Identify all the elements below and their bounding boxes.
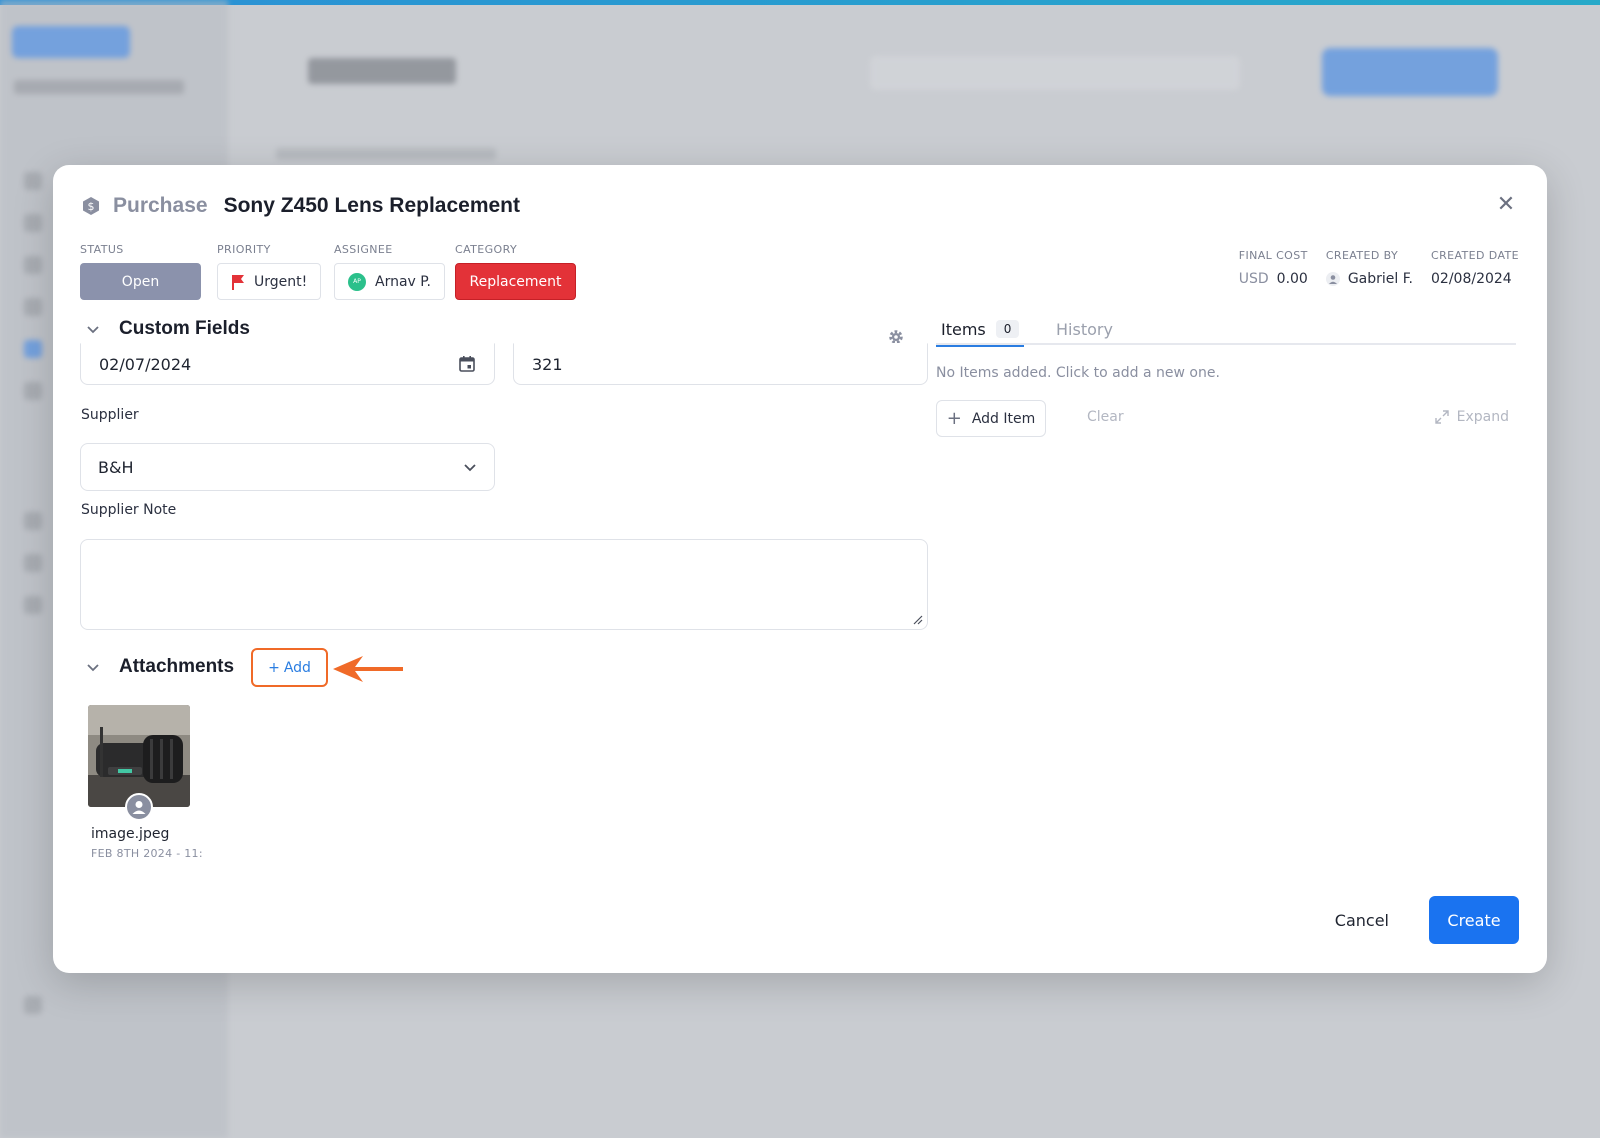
status-label: STATUS bbox=[80, 243, 124, 256]
modal-title[interactable]: Sony Z450 Lens Replacement bbox=[224, 194, 520, 218]
purchase-meta: FINAL COST USD 0.00 CREATED BY Gabriel F… bbox=[1239, 249, 1519, 287]
flag-icon bbox=[232, 274, 244, 290]
modal-type-label: Purchase bbox=[113, 194, 208, 217]
cancel-button[interactable]: Cancel bbox=[1321, 896, 1403, 944]
created-date-label: CREATED DATE bbox=[1431, 249, 1519, 262]
status-dropdown[interactable]: Open bbox=[80, 263, 201, 300]
search-input bbox=[870, 56, 1240, 90]
attachment-thumbnail[interactable] bbox=[88, 705, 190, 807]
chevron-down-icon[interactable] bbox=[81, 317, 105, 341]
add-item-label: Add Item bbox=[971, 410, 1036, 427]
assignee-avatar: AP bbox=[348, 272, 366, 291]
assignee-dropdown[interactable]: AP Arnav P. bbox=[334, 263, 445, 300]
priority-field: PRIORITY Urgent! bbox=[217, 243, 322, 300]
final-cost-amount: 0.00 bbox=[1276, 271, 1308, 287]
create-button[interactable]: Create bbox=[1429, 896, 1519, 944]
add-attachment-button[interactable]: + Add bbox=[251, 648, 328, 687]
custom-fields-header: Custom Fields bbox=[81, 317, 250, 341]
items-empty-message: No Items added. Click to add a new one. bbox=[936, 365, 1220, 381]
toolbar-row bbox=[276, 148, 496, 160]
items-tabs: Items 0 History bbox=[935, 313, 1516, 347]
category-field: CATEGORY Replacement bbox=[455, 243, 576, 300]
nav-icon bbox=[24, 298, 42, 316]
expand-button[interactable]: Expand bbox=[1434, 409, 1509, 425]
supplier-note-textarea[interactable] bbox=[80, 539, 928, 630]
new-purchase-button bbox=[1322, 48, 1498, 96]
priority-value: Urgent! bbox=[254, 273, 308, 290]
assignee-field: ASSIGNEE AP Arnav P. bbox=[334, 243, 445, 300]
currency: USD bbox=[1238, 271, 1269, 287]
nav-icon bbox=[24, 214, 42, 232]
date-value: 02/07/2024 bbox=[99, 354, 192, 374]
date-field[interactable]: 02/07/2024 bbox=[80, 343, 495, 385]
attachments-title: Attachments bbox=[119, 656, 235, 677]
page-title bbox=[308, 58, 456, 84]
camera-lens-image bbox=[88, 705, 190, 807]
nav-icon bbox=[24, 554, 42, 572]
person-icon bbox=[1325, 272, 1340, 286]
uploader-avatar bbox=[125, 793, 153, 821]
expand-icon bbox=[1434, 410, 1449, 424]
attachment-date: FEB 8TH 2024 - 11: bbox=[91, 847, 203, 860]
tab-items[interactable]: Items 0 bbox=[935, 313, 1025, 347]
app-logo bbox=[12, 26, 130, 58]
supplier-note-label: Supplier Note bbox=[81, 502, 177, 518]
supplier-select[interactable]: B&H bbox=[80, 443, 495, 491]
attachments-header: Attachments bbox=[81, 655, 234, 679]
purchase-hex-icon: $ bbox=[83, 197, 99, 215]
final-cost: FINAL COST USD 0.00 bbox=[1239, 249, 1308, 287]
nav-icon bbox=[24, 996, 42, 1014]
attachment-file-name[interactable]: image.jpeg bbox=[91, 826, 169, 842]
priority-label: PRIORITY bbox=[217, 243, 271, 256]
assignee-value: Arnav P. bbox=[375, 273, 431, 290]
calendar-icon[interactable] bbox=[458, 355, 476, 373]
orange-arrow-annotation bbox=[333, 656, 403, 682]
add-item-button[interactable]: + Add Item bbox=[936, 400, 1046, 437]
tab-history[interactable]: History bbox=[1056, 313, 1113, 345]
custom-fields-title: Custom Fields bbox=[119, 318, 250, 339]
nav-icon bbox=[24, 256, 42, 274]
person-icon bbox=[132, 801, 146, 814]
supplier-label: Supplier bbox=[81, 407, 139, 423]
expand-label: Expand bbox=[1456, 409, 1509, 425]
status-field: STATUS Open bbox=[80, 243, 201, 300]
created-by: CREATED BY Gabriel F. bbox=[1325, 249, 1413, 287]
created-by-label: CREATED BY bbox=[1325, 249, 1399, 262]
nav-icon bbox=[24, 340, 42, 358]
nav-icon bbox=[24, 512, 42, 530]
items-count-badge: 0 bbox=[995, 320, 1020, 338]
nav-icon bbox=[24, 172, 42, 190]
clear-button[interactable]: Clear bbox=[1087, 409, 1124, 425]
svg-text:$: $ bbox=[88, 200, 95, 213]
chevron-down-icon[interactable] bbox=[81, 655, 105, 679]
plus-icon: + bbox=[268, 659, 280, 676]
modal-header: $ Purchase Sony Z450 Lens Replacement bbox=[81, 191, 520, 221]
category-label: CATEGORY bbox=[455, 243, 518, 256]
number-field[interactable]: 321 bbox=[513, 343, 928, 385]
created-date: CREATED DATE 02/08/2024 bbox=[1431, 249, 1519, 287]
supplier-value: B&H bbox=[98, 457, 134, 477]
add-attachment-label: Add bbox=[283, 659, 311, 676]
priority-dropdown[interactable]: Urgent! bbox=[217, 263, 322, 300]
created-by-value: Gabriel F. bbox=[1347, 271, 1413, 287]
workspace-name bbox=[14, 80, 184, 94]
resize-handle-icon[interactable] bbox=[913, 615, 923, 625]
created-date-value: 02/08/2024 bbox=[1431, 271, 1512, 287]
nav-icon bbox=[24, 596, 42, 614]
purchase-modal: $ Purchase Sony Z450 Lens Replacement ✕ … bbox=[53, 165, 1547, 973]
nav-icon bbox=[24, 382, 42, 400]
chevron-down-icon bbox=[464, 464, 476, 472]
category-dropdown[interactable]: Replacement bbox=[455, 263, 576, 300]
plus-icon: + bbox=[946, 408, 962, 429]
close-icon[interactable]: ✕ bbox=[1493, 191, 1519, 217]
final-cost-label: FINAL COST bbox=[1238, 249, 1308, 262]
tab-items-label: Items bbox=[941, 319, 986, 339]
assignee-label: ASSIGNEE bbox=[334, 243, 393, 256]
